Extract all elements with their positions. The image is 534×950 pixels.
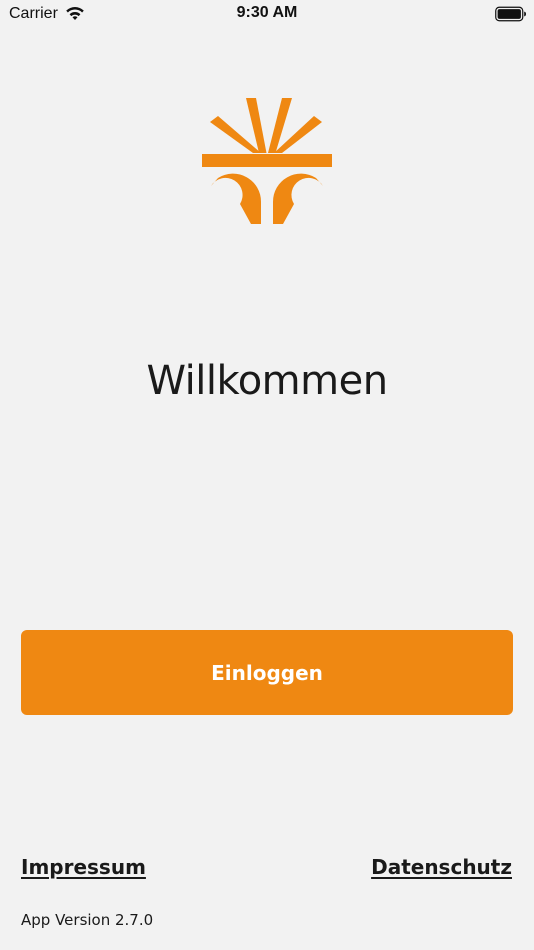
orange-sunburst-icon	[202, 98, 332, 224]
battery-icon	[495, 6, 526, 22]
app-version-label: App Version 2.7.0	[21, 911, 154, 929]
welcome-title: Willkommen	[146, 358, 388, 404]
login-button[interactable]: Einloggen	[21, 630, 513, 715]
clock: 9:30 AM	[236, 4, 298, 21]
datenschutz-link[interactable]: Datenschutz	[371, 855, 512, 879]
status-bar: Carrier 9:30 AM	[0, 0, 534, 28]
impressum-link[interactable]: Impressum	[21, 855, 146, 879]
